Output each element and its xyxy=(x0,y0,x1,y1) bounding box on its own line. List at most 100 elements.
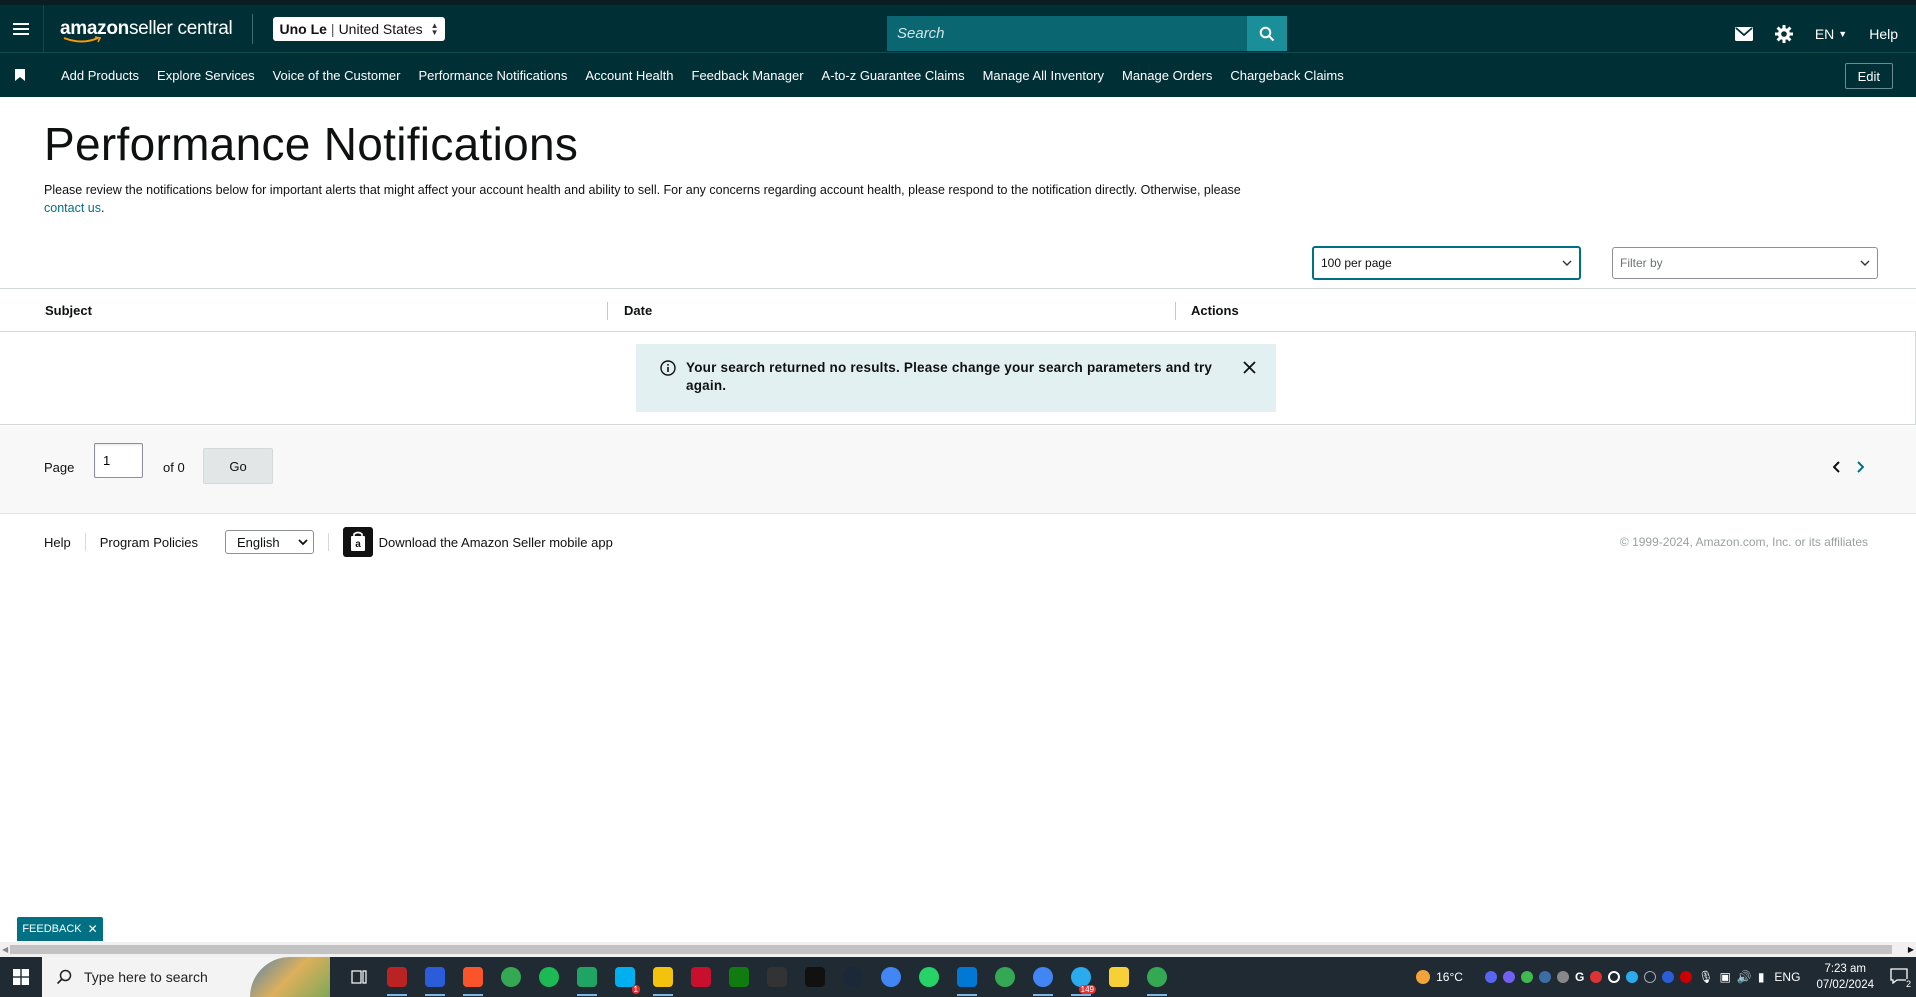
zoom-taskbar-icon[interactable] xyxy=(416,957,454,997)
tiktok-icon xyxy=(805,967,825,987)
viber-tray-icon[interactable] xyxy=(1502,971,1515,983)
nav-add-products[interactable]: Add Products xyxy=(61,68,139,83)
start-button[interactable] xyxy=(0,957,42,997)
app-tray-icon[interactable] xyxy=(1556,971,1569,983)
task-view-icon[interactable] xyxy=(340,957,378,997)
horizontal-scrollbar[interactable]: ◀ ▶ xyxy=(0,942,1916,957)
zoom-tray-icon[interactable] xyxy=(1662,971,1675,983)
nav-manage-inventory[interactable]: Manage All Inventory xyxy=(983,68,1104,83)
nav-account-health[interactable]: Account Health xyxy=(585,68,673,83)
logo-text-rest: seller central xyxy=(128,17,233,39)
discord-tray-icon[interactable] xyxy=(1484,971,1497,983)
app-tray-icon[interactable] xyxy=(1680,971,1693,983)
footer-help-link[interactable]: Help xyxy=(44,535,71,550)
adobe-taskbar-icon[interactable] xyxy=(682,957,720,997)
google-tray-icon[interactable]: G xyxy=(1575,970,1584,984)
search-highlight-graphic xyxy=(250,957,330,997)
contact-us-link[interactable]: contact us xyxy=(44,201,101,215)
search-icon xyxy=(56,969,72,985)
mobile-app-download[interactable]: a Download the Amazon Seller mobile app xyxy=(342,527,613,557)
nav-chargeback-claims[interactable]: Chargeback Claims xyxy=(1230,68,1343,83)
page-number-input[interactable] xyxy=(94,443,143,478)
nav-performance-notifications[interactable]: Performance Notifications xyxy=(419,68,568,83)
telegram-icon xyxy=(1071,967,1091,987)
app-tray-icon[interactable] xyxy=(1520,971,1533,983)
telegram-taskbar-icon[interactable]: 149 xyxy=(1062,957,1100,997)
microphone-icon[interactable]: 🎙 xyxy=(1698,970,1713,984)
bookmarks-button[interactable] xyxy=(0,69,40,81)
column-subject[interactable]: Subject xyxy=(45,289,92,331)
sticky-notes-taskbar-icon[interactable] xyxy=(1100,957,1138,997)
brave-taskbar-icon[interactable] xyxy=(454,957,492,997)
intro-text: Please review the notifications below fo… xyxy=(44,183,1241,197)
chrome-taskbar-icon[interactable] xyxy=(492,957,530,997)
account-switcher[interactable]: Uno Le | United States ▲ ▼ xyxy=(273,16,445,41)
footer-language-select[interactable]: English xyxy=(225,530,314,554)
program-policies-link[interactable]: Program Policies xyxy=(100,535,198,550)
notifications-icon[interactable]: 2 xyxy=(1890,967,1911,989)
nav-atoz-claims[interactable]: A-to-z Guarantee Claims xyxy=(822,68,965,83)
column-actions: Actions xyxy=(1191,302,1239,318)
nav-voice-of-customer[interactable]: Voice of the Customer xyxy=(273,68,401,83)
calculator-taskbar-icon[interactable] xyxy=(948,957,986,997)
xbox-taskbar-icon[interactable] xyxy=(720,957,758,997)
svg-text:a: a xyxy=(355,539,361,550)
filter-select[interactable]: Filter by xyxy=(1612,247,1878,279)
nav-manage-orders[interactable]: Manage Orders xyxy=(1122,68,1212,83)
help-link[interactable]: Help xyxy=(1869,26,1898,42)
app-taskbar-icon[interactable] xyxy=(378,957,416,997)
seller-central-logo[interactable]: amazon seller central xyxy=(60,17,233,42)
spotify-taskbar-icon[interactable] xyxy=(530,957,568,997)
steam-taskbar-icon[interactable] xyxy=(834,957,872,997)
chrome-taskbar-icon[interactable] xyxy=(1138,957,1176,997)
app-tray-icon[interactable] xyxy=(1608,971,1621,983)
chrome-icon xyxy=(1033,967,1053,987)
epic-taskbar-icon[interactable] xyxy=(758,957,796,997)
steam-tray-icon[interactable] xyxy=(1644,971,1657,983)
weather-icon[interactable] xyxy=(1416,970,1431,984)
go-button[interactable]: Go xyxy=(203,448,273,484)
chrome-taskbar-icon[interactable] xyxy=(1024,957,1062,997)
close-icon[interactable] xyxy=(1243,361,1256,374)
scroll-left-arrow-icon[interactable]: ◀ xyxy=(2,945,8,954)
nav-feedback-manager[interactable]: Feedback Manager xyxy=(692,68,804,83)
chrome-taskbar-icon[interactable] xyxy=(872,957,910,997)
tiktok-taskbar-icon[interactable] xyxy=(796,957,834,997)
whatsapp-taskbar-icon[interactable] xyxy=(910,957,948,997)
edit-bookmarks-button[interactable]: Edit xyxy=(1844,63,1893,89)
nav-explore-services[interactable]: Explore Services xyxy=(157,68,255,83)
app-tray-icon[interactable] xyxy=(1590,971,1603,983)
taskbar-apps: 1 149 xyxy=(340,957,1176,997)
ime-label[interactable]: ENG xyxy=(1774,970,1800,984)
battery-icon[interactable]: ▮ xyxy=(1758,970,1765,984)
clock[interactable]: 7:23 am 07/02/2024 xyxy=(1816,961,1874,993)
feedback-tab[interactable]: FEEDBACK ✕ xyxy=(17,917,103,941)
search-button[interactable] xyxy=(1247,16,1287,51)
search-input[interactable] xyxy=(887,16,1247,51)
chevron-right-icon[interactable] xyxy=(1856,461,1864,473)
files-taskbar-icon[interactable] xyxy=(644,957,682,997)
network-icon[interactable]: ▣ xyxy=(1720,970,1731,984)
app-tray-icon[interactable] xyxy=(1626,971,1639,983)
language-selector[interactable]: EN ▼ xyxy=(1815,26,1847,42)
taskbar-search[interactable]: Type here to search xyxy=(42,957,330,997)
menu-button[interactable] xyxy=(0,5,44,52)
chrome-taskbar-icon[interactable] xyxy=(986,957,1024,997)
scrollbar-thumb[interactable] xyxy=(10,945,1892,954)
app-tray-icon[interactable] xyxy=(1538,971,1551,983)
per-page-select[interactable]: 100 per page xyxy=(1312,246,1581,280)
bookmark-links: Add Products Explore Services Voice of t… xyxy=(61,68,1362,83)
chat-taskbar-icon[interactable] xyxy=(568,957,606,997)
chrome-icon xyxy=(501,967,521,987)
mail-icon[interactable] xyxy=(1734,26,1753,41)
scroll-right-arrow-icon[interactable]: ▶ xyxy=(1908,945,1914,954)
close-icon[interactable]: ✕ xyxy=(88,922,98,936)
volume-icon[interactable]: 🔊 xyxy=(1737,970,1752,984)
weather-temp[interactable]: 16°C xyxy=(1436,970,1463,984)
skype-taskbar-icon[interactable]: 1 xyxy=(606,957,644,997)
app-icon xyxy=(387,967,407,987)
gear-icon[interactable] xyxy=(1774,24,1793,43)
chevron-left-icon[interactable] xyxy=(1833,461,1841,473)
column-date[interactable]: Date xyxy=(624,289,652,331)
bookmark-icon xyxy=(15,69,25,81)
